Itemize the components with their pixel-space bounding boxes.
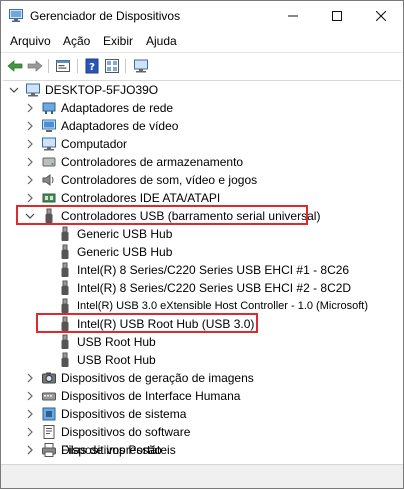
category-label: Controladores IDE ATA/ATAPI xyxy=(61,191,221,205)
expand-chevron-icon[interactable] xyxy=(25,157,35,167)
window-title: Gerenciador de Dispositivos xyxy=(30,9,181,23)
usb-device-label: Intel(R) USB 3.0 eXtensible Host Control… xyxy=(77,300,368,312)
expand-chevron-icon[interactable] xyxy=(25,373,35,383)
speaker-icon xyxy=(42,174,54,186)
close-button[interactable] xyxy=(359,1,403,31)
menu-bar: Arquivo Ação Exibir Ajuda xyxy=(1,31,403,51)
close-icon xyxy=(376,11,386,21)
usb-device-label: USB Root Hub xyxy=(77,335,156,349)
tree-category[interactable]: Dispositivos de Interface Humana xyxy=(3,387,401,405)
expand-chevron-icon[interactable] xyxy=(25,103,35,113)
device-manager-window: Gerenciador de Dispositivos Arquivo Ação… xyxy=(0,0,404,489)
tree-category[interactable]: Computador xyxy=(3,135,401,153)
usb-device-item[interactable]: Generic USB Hub xyxy=(3,243,401,261)
properties-view-icon[interactable] xyxy=(55,58,71,74)
system-device-icon xyxy=(42,407,56,421)
toolbar-separator xyxy=(48,59,49,73)
tree-root-label: DESKTOP-5FJO39O xyxy=(45,83,159,97)
expand-chevron-icon[interactable] xyxy=(25,391,35,401)
display-adapter-icon xyxy=(42,119,56,132)
svg-text:?: ? xyxy=(89,62,95,73)
usb-device-label: Generic USB Hub xyxy=(77,245,173,259)
grid-view-icon[interactable] xyxy=(104,58,120,74)
help-icon[interactable]: ? xyxy=(84,58,100,74)
menu-acao[interactable]: Ação xyxy=(63,34,90,48)
tree-category[interactable]: Adaptadores de rede xyxy=(3,99,401,117)
maximize-button[interactable] xyxy=(315,1,359,31)
maximize-icon xyxy=(332,11,342,21)
usb-device-label: Generic USB Hub xyxy=(77,227,173,241)
tree-category[interactable]: Adaptadores de vídeo xyxy=(3,117,401,135)
category-label: Dispositivos de sistema xyxy=(61,407,187,421)
toolbar-separator xyxy=(77,59,78,73)
tree-root[interactable]: DESKTOP-5FJO39O xyxy=(3,81,401,99)
ide-controller-icon xyxy=(42,193,56,203)
usb-device-item[interactable]: Generic USB Hub xyxy=(3,225,401,243)
network-adapter-icon xyxy=(42,102,56,114)
expand-chevron-icon[interactable] xyxy=(25,445,35,455)
computer-icon xyxy=(42,137,56,151)
category-label: Dispositivos de geração de imagens xyxy=(61,371,254,385)
usb-icon xyxy=(61,280,69,295)
menu-ajuda[interactable]: Ajuda xyxy=(146,34,177,48)
storage-controller-icon xyxy=(42,157,56,167)
collapse-chevron-icon[interactable] xyxy=(9,85,19,95)
imaging-device-icon xyxy=(42,372,56,384)
tree-category[interactable]: Controladores de armazenamento xyxy=(3,153,401,171)
toolbar: ? xyxy=(1,52,403,80)
usb-icon xyxy=(61,226,69,241)
minimize-button[interactable] xyxy=(271,1,315,31)
usb-icon xyxy=(61,352,69,367)
expand-chevron-icon[interactable] xyxy=(25,409,35,419)
expand-chevron-icon[interactable] xyxy=(25,175,35,185)
usb-device-item[interactable]: Intel(R) 8 Series/C220 Series USB EHCI #… xyxy=(3,279,401,297)
usb-device-label: USB Root Hub xyxy=(77,353,156,367)
toolbar-separator xyxy=(125,59,126,73)
category-label: Adaptadores de rede xyxy=(61,101,174,115)
back-arrow-icon[interactable] xyxy=(7,58,23,74)
forward-arrow-icon[interactable] xyxy=(27,58,43,74)
category-label: Adaptadores de vídeo xyxy=(61,119,179,133)
usb-icon xyxy=(61,244,69,259)
usb-category-highlight xyxy=(16,205,308,225)
category-label: Dispositivos de Interface Humana xyxy=(61,389,241,403)
expand-chevron-icon[interactable] xyxy=(25,427,35,437)
category-label: Filas de impressão xyxy=(61,443,162,457)
tree-category[interactable]: Dispositivos de sistema xyxy=(3,405,401,423)
tree-category[interactable]: Dispositivos do software xyxy=(3,423,401,441)
menu-arquivo[interactable]: Arquivo xyxy=(10,34,51,48)
expand-chevron-icon[interactable] xyxy=(25,193,35,203)
usb-device-item[interactable]: USB Root Hub xyxy=(3,351,401,369)
usb-device-item[interactable]: USB Root Hub xyxy=(3,333,401,351)
menu-exibir[interactable]: Exibir xyxy=(103,34,133,48)
minimize-icon xyxy=(288,15,298,17)
expand-chevron-icon[interactable] xyxy=(25,139,35,149)
printer-icon xyxy=(42,443,56,457)
category-label: Controladores de armazenamento xyxy=(61,155,244,169)
computer-icon xyxy=(26,83,40,97)
device-tree: DESKTOP-5FJO39O Adaptadores de rede Adap… xyxy=(3,80,401,464)
usb-root-hub-highlight xyxy=(36,313,258,333)
usb-icon xyxy=(61,334,69,349)
usb-icon xyxy=(61,298,69,313)
tree-category[interactable]: Controladores de som, vídeo e jogos xyxy=(3,171,401,189)
category-label: Computador xyxy=(61,137,128,151)
tree-category[interactable]: Dispositivos de geração de imagens xyxy=(3,369,401,387)
category-label: Dispositivos do software xyxy=(61,425,191,439)
usb-icon xyxy=(61,262,69,277)
scan-hardware-icon[interactable] xyxy=(133,58,149,74)
status-bar xyxy=(1,464,403,488)
software-device-icon xyxy=(43,425,55,439)
expand-chevron-icon[interactable] xyxy=(25,121,35,131)
usb-device-label: Intel(R) 8 Series/C220 Series USB EHCI #… xyxy=(77,281,352,295)
human-interface-device-icon xyxy=(42,392,56,401)
category-label: Controladores de som, vídeo e jogos xyxy=(61,173,258,187)
title-bar: Gerenciador de Dispositivos xyxy=(1,1,403,31)
usb-device-item[interactable]: Intel(R) 8 Series/C220 Series USB EHCI #… xyxy=(3,261,401,279)
device-manager-app-icon xyxy=(9,9,23,22)
usb-device-label: Intel(R) 8 Series/C220 Series USB EHCI #… xyxy=(77,263,350,277)
tree-category-print-queues[interactable]: Filas de impressão xyxy=(3,441,401,459)
